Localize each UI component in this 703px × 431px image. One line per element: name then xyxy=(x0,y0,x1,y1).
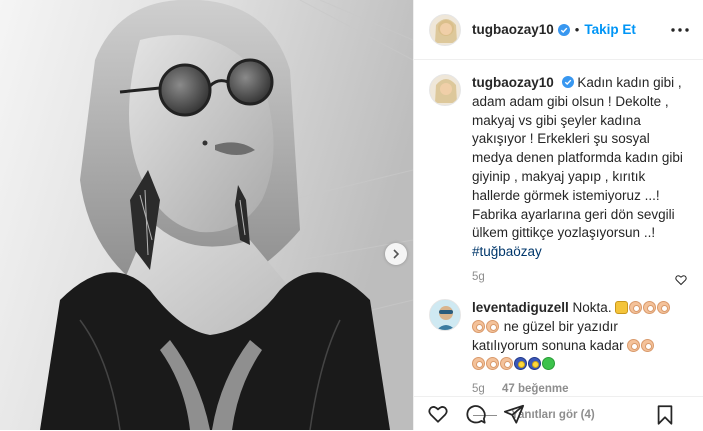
post-photo[interactable] xyxy=(0,0,413,430)
separator-dot: • xyxy=(574,22,580,37)
action-bar xyxy=(414,396,703,431)
like-button[interactable] xyxy=(426,402,450,426)
follow-button[interactable]: Takip Et xyxy=(584,22,636,37)
post-header: tugbaozay10 • Takip Et xyxy=(414,0,703,60)
post-side-panel: tugbaozay10 • Takip Et tugbaozay10 Kadın… xyxy=(413,0,703,430)
caption-body: Kadın kadın gibi , adam adam gibi olsun … xyxy=(472,75,683,241)
clap-emoji-icon xyxy=(472,319,485,333)
carousel-next-button[interactable] xyxy=(385,243,407,265)
save-button[interactable] xyxy=(653,403,677,427)
comment-item: leventadiguzell Nokta. ne güzel bir yazı… xyxy=(429,298,688,395)
post-username[interactable]: tugbaozay10 xyxy=(472,22,554,37)
clap-emoji-icon xyxy=(486,319,499,333)
comment-time[interactable]: 5g xyxy=(472,383,485,395)
bookmark-icon xyxy=(657,405,673,425)
instagram-post: tugbaozay10 • Takip Et tugbaozay10 Kadın… xyxy=(0,0,703,430)
caption-hashtag[interactable]: #tuğbaözay xyxy=(472,244,542,259)
comment-line-1: Nokta. xyxy=(572,299,612,315)
caption-username[interactable]: tugbaozay10 xyxy=(472,75,554,90)
eye-emoji-icon xyxy=(514,357,527,371)
thumbs-up-emoji-icon xyxy=(615,300,629,314)
clap-emoji-icon xyxy=(643,300,657,314)
post-image xyxy=(0,0,413,430)
avatar[interactable] xyxy=(429,13,461,46)
comments-list: tugbaozay10 Kadın kadın gibi , adam adam… xyxy=(414,60,703,421)
caption-meta: 5g xyxy=(472,271,687,283)
caption-time[interactable]: 5g xyxy=(472,271,485,283)
share-icon xyxy=(503,404,525,424)
avatar-image xyxy=(430,75,460,105)
clap-emoji-icon xyxy=(629,300,643,314)
chevron-right-icon xyxy=(393,249,400,259)
green-heart-emoji-icon xyxy=(542,357,555,371)
caption-text: tugbaozay10 Kadın kadın gibi , adam adam… xyxy=(472,74,687,262)
comment-meta: 5g 47 beğenme xyxy=(472,383,687,395)
clap-emoji-icon xyxy=(641,338,655,352)
verified-badge-icon xyxy=(557,23,570,36)
avatar-image xyxy=(430,14,460,45)
avatar[interactable] xyxy=(429,74,461,106)
clap-emoji-icon xyxy=(627,338,641,352)
clap-emoji-icon xyxy=(472,357,485,371)
clap-emoji-icon xyxy=(657,300,671,314)
comment-line-2: ne güzel bir yazıdır xyxy=(503,318,618,334)
verified-badge-icon xyxy=(561,76,574,88)
comment-username[interactable]: leventadiguzell xyxy=(472,300,569,315)
clap-emoji-icon xyxy=(486,357,499,371)
avatar[interactable] xyxy=(429,298,461,331)
sunglasses-emoji-icon xyxy=(528,357,541,371)
share-button[interactable] xyxy=(502,402,526,426)
heart-icon xyxy=(428,406,448,423)
comment-button[interactable] xyxy=(464,402,488,426)
more-options-icon[interactable] xyxy=(669,22,691,38)
comment-like-heart-icon[interactable] xyxy=(675,274,687,286)
comment-likes[interactable]: 47 beğenme xyxy=(502,383,568,395)
comment-line-3: katılıyorum sonuna kadar xyxy=(472,337,624,353)
caption: tugbaozay10 Kadın kadın gibi , adam adam… xyxy=(429,74,688,283)
comment-text: leventadiguzell Nokta. ne güzel bir yazı… xyxy=(472,299,687,374)
clap-emoji-icon xyxy=(500,357,513,371)
comment-icon xyxy=(466,405,486,424)
avatar-image xyxy=(430,299,460,330)
